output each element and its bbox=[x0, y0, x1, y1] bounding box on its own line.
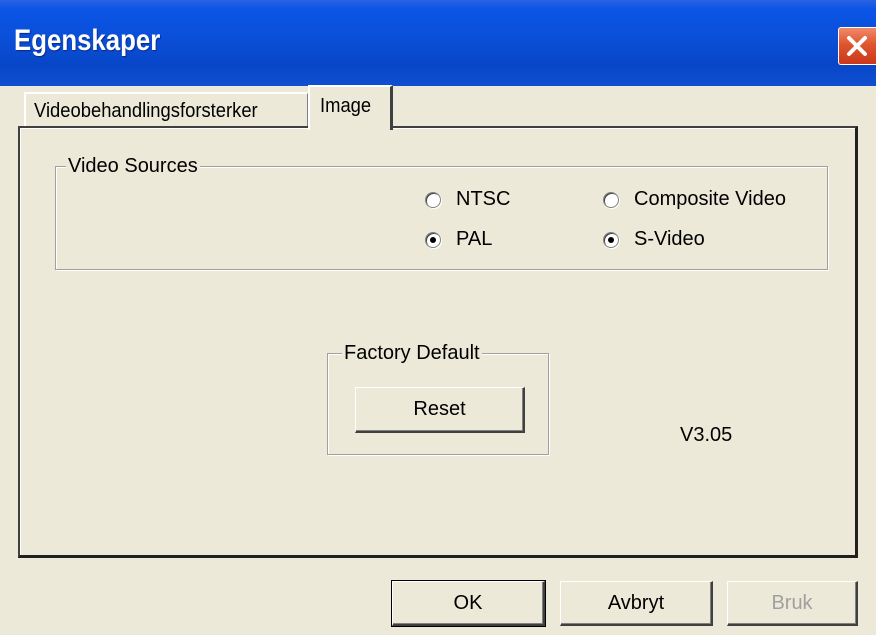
radio-ntsc[interactable]: NTSC bbox=[425, 188, 510, 211]
close-icon bbox=[847, 36, 867, 56]
window-title: Egenskaper bbox=[14, 24, 161, 57]
cancel-button[interactable]: Avbryt bbox=[560, 581, 713, 626]
tab-videobehandlingsforsterker[interactable]: Videobehandlingsforsterker bbox=[24, 92, 309, 126]
title-bar[interactable]: Egenskaper bbox=[0, 0, 876, 86]
apply-button[interactable]: Bruk bbox=[727, 581, 858, 626]
radio-button-icon bbox=[603, 191, 619, 208]
radio-button-checked-icon bbox=[603, 231, 619, 248]
radio-button-checked-icon bbox=[425, 231, 441, 248]
radio-pal[interactable]: PAL bbox=[425, 228, 492, 251]
radio-composite-video[interactable]: Composite Video bbox=[603, 188, 786, 211]
radio-label: NTSC bbox=[456, 188, 511, 210]
reset-button[interactable]: Reset bbox=[355, 387, 525, 433]
ok-button[interactable]: OK bbox=[391, 580, 546, 627]
radio-button-icon bbox=[425, 191, 441, 208]
radio-label: Composite Video bbox=[634, 188, 786, 210]
radio-label: PAL bbox=[456, 228, 493, 250]
close-button[interactable] bbox=[838, 27, 876, 65]
video-sources-group bbox=[55, 166, 828, 270]
tab-label: Image bbox=[320, 95, 372, 117]
video-sources-legend: Video Sources bbox=[66, 155, 200, 178]
radio-s-video[interactable]: S-Video bbox=[603, 228, 705, 251]
factory-default-legend: Factory Default bbox=[342, 342, 482, 365]
tab-label: Videobehandlingsforsterker bbox=[34, 100, 258, 122]
version-label: V3.05 bbox=[680, 424, 733, 446]
radio-label: S-Video bbox=[634, 228, 705, 250]
tab-image[interactable]: Image bbox=[308, 85, 393, 130]
